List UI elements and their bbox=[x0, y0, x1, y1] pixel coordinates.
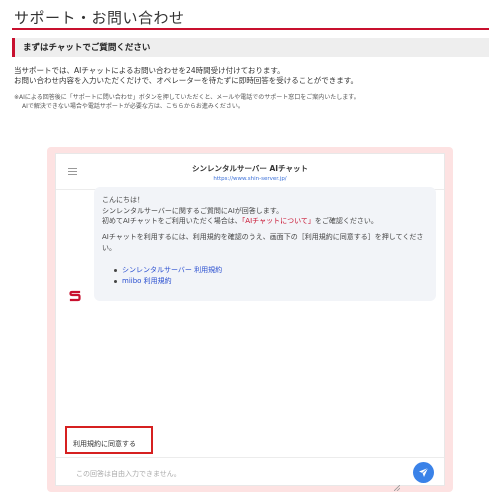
intro-line-1: 当サポートでは、AIチャットによるお問い合わせを24時間受け付けております。 bbox=[14, 66, 285, 75]
chat-input-placeholder: この回答は自由入力できません。 bbox=[76, 470, 181, 478]
page-title: サポート・お問い合わせ bbox=[14, 9, 185, 27]
section-heading: まずはチャットでご質問ください bbox=[12, 38, 489, 57]
chat-window: シンレンタルサーバー AIチャット https://www.shin-serve… bbox=[55, 153, 445, 492]
terms-instruction: AIチャットを利用するには、利用規約を確認のうえ、画面下の［利用規約に同意する］… bbox=[102, 232, 432, 254]
terms-line-1: AIチャットを利用するには、利用規約を確認のうえ、画面下の［利用規約に同意する］… bbox=[102, 233, 424, 241]
chat-title: シンレンタルサーバー AIチャット bbox=[191, 164, 309, 173]
send-button[interactable] bbox=[413, 462, 434, 483]
message-line-2: シンレンタルサーバーに関するご質問にAIが回答します。 bbox=[102, 206, 284, 215]
chat-frame: シンレンタルサーバー AIチャット https://www.shin-serve… bbox=[47, 147, 453, 492]
chat-url-link[interactable]: https://www.shin-server.jp/ bbox=[56, 176, 444, 182]
message-line-3-end: をご確認ください。 bbox=[314, 217, 378, 225]
send-icon bbox=[419, 467, 429, 477]
note-line-2: AIで解決できない場合や電話サポートが必要な方は、こちらからお進みください。 bbox=[22, 103, 244, 110]
message-greeting: こんにちは！ bbox=[102, 196, 144, 204]
title-divider bbox=[12, 28, 489, 30]
message-line-3: 初めてAIチャットをご利用いただく場合は、「AIチャットについて」をご確認くださ… bbox=[102, 216, 432, 227]
bot-message-intro: こんにちは！ シンレンタルサーバーに関するご質問にAIが回答します。 初めてAI… bbox=[102, 195, 432, 227]
terms-line-2: い。 bbox=[102, 244, 116, 252]
shin-terms-link[interactable]: シンレンタルサーバー 利用規約 bbox=[114, 265, 222, 276]
support-note: ※AIによる回答後に「サポートに問い合わせ」ボタンを押していただくと、メールや電… bbox=[14, 93, 494, 111]
chat-header: シンレンタルサーバー AIチャット https://www.shin-serve… bbox=[56, 154, 444, 190]
agree-terms-button[interactable]: 利用規約に同意する bbox=[65, 426, 153, 454]
section-heading-text: まずはチャットでご質問ください bbox=[23, 43, 151, 53]
terms-link-list: シンレンタルサーバー 利用規約 miibo 利用規約 bbox=[114, 265, 222, 287]
ai-chat-about-link[interactable]: 「AIチャットについて」 bbox=[242, 217, 315, 225]
chat-input-area[interactable]: この回答は自由入力できません。 bbox=[56, 457, 444, 492]
intro-text: 当サポートでは、AIチャットによるお問い合わせを24時間受け付けております。 お… bbox=[14, 66, 494, 86]
note-line-1: ※AIによる回答後に「サポートに問い合わせ」ボタンを押していただくと、メールや電… bbox=[14, 94, 360, 101]
resize-handle-icon[interactable] bbox=[393, 476, 401, 492]
bot-message-bubble: こんにちは！ シンレンタルサーバーに関するご質問にAIが回答します。 初めてAI… bbox=[94, 187, 436, 301]
message-line-3-start: 初めてAIチャットをご利用いただく場合は、 bbox=[102, 217, 242, 225]
intro-line-2: お問い合わせ内容を入力いただくだけで、オペレーターを待たずに即時回答を受けること… bbox=[14, 76, 358, 85]
miibo-terms-link[interactable]: miibo 利用規約 bbox=[114, 276, 222, 287]
bot-logo-icon bbox=[69, 287, 81, 302]
